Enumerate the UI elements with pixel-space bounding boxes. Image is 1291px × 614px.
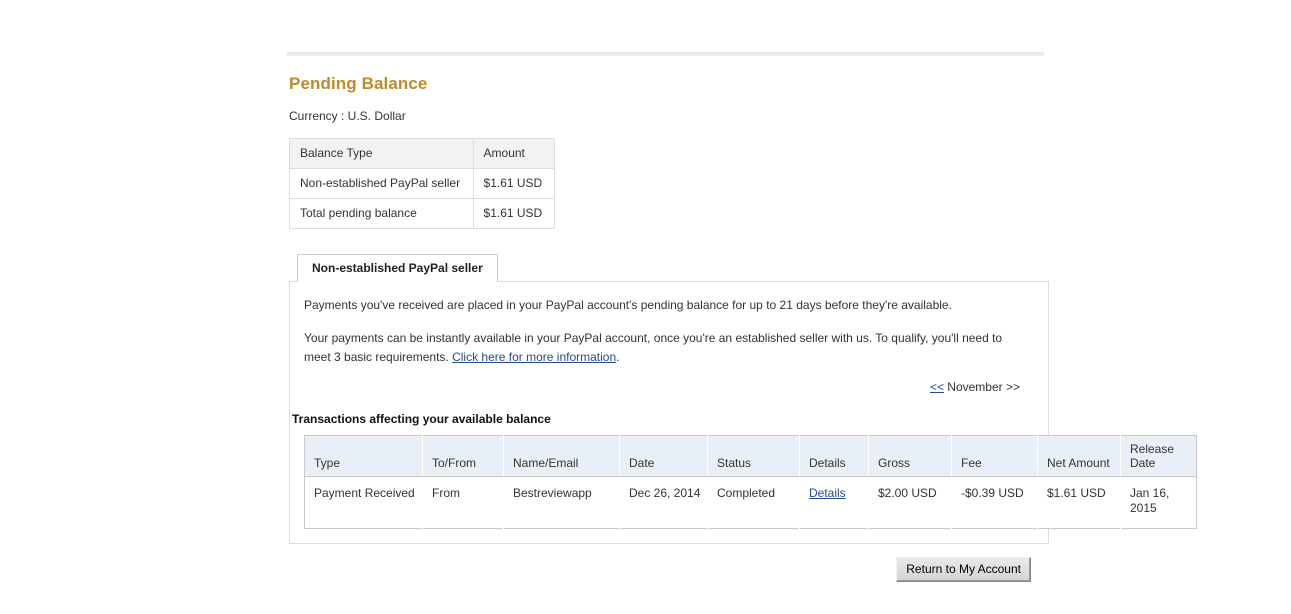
page-content: Pending Balance Currency : U.S. Dollar B… xyxy=(287,52,1197,582)
balance-row-amount: $1.61 USD xyxy=(472,168,556,199)
cell-details: Details xyxy=(799,476,869,529)
transactions-header-row: Type To/From Name/Email Date Status Deta… xyxy=(304,435,1197,477)
cell-status: Completed xyxy=(707,476,800,529)
column-header-release-date: Release Date xyxy=(1120,435,1197,477)
page-title: Pending Balance xyxy=(289,74,428,93)
column-header-fee: Fee xyxy=(951,435,1038,477)
column-header-gross: Gross xyxy=(868,435,952,477)
balance-table-header-row: Balance Type Amount xyxy=(289,138,556,169)
next-month-link[interactable]: >> xyxy=(1006,380,1020,394)
return-to-my-account-button[interactable]: Return to My Account xyxy=(896,557,1031,582)
cell-date: Dec 26, 2014 xyxy=(619,476,708,529)
balance-row-type: Non-established PayPal seller xyxy=(289,168,474,199)
panel-paragraph-1: Payments you've received are placed in y… xyxy=(304,298,952,312)
transactions-table: Type To/From Name/Email Date Status Deta… xyxy=(304,435,1197,529)
tab-panel: Payments you've received are placed in y… xyxy=(289,281,1197,544)
pending-balance-table: Balance Type Amount Non-established PayP… xyxy=(289,138,556,229)
currency-label: Currency : U.S. Dollar xyxy=(289,109,406,123)
footer-bar: Return to My Account xyxy=(289,557,1031,582)
column-header-name-email: Name/Email xyxy=(503,435,620,477)
transactions-heading: Transactions affecting your available ba… xyxy=(292,412,551,426)
month-navigation: << November >> xyxy=(304,380,1030,394)
previous-month-link[interactable]: << xyxy=(930,380,944,394)
tab-strip: Non-established PayPal seller xyxy=(289,254,1049,282)
balance-row-type: Total pending balance xyxy=(289,198,474,229)
column-header-details: Details xyxy=(799,435,869,477)
column-header-to-from: To/From xyxy=(422,435,504,477)
cell-name-email: Bestreviewapp xyxy=(503,476,620,529)
balance-header-amount: Amount xyxy=(472,138,556,169)
cell-fee: -$0.39 USD xyxy=(951,476,1038,529)
panel-paragraph-2-period: . xyxy=(616,350,620,364)
cell-release-date: Jan 16, 2015 xyxy=(1120,476,1197,529)
balance-header-type: Balance Type xyxy=(289,138,474,169)
panel-paragraph-2: Your payments can be instantly available… xyxy=(304,329,1020,367)
table-row: Non-established PayPal seller $1.61 USD xyxy=(289,168,556,199)
current-month-label: November xyxy=(943,380,1006,394)
panel-paragraph-2-text: Your payments can be instantly available… xyxy=(304,331,1003,364)
table-row: Payment Received From Bestreviewapp Dec … xyxy=(304,476,1197,529)
column-header-net-amount: Net Amount xyxy=(1037,435,1121,477)
cell-to-from: From xyxy=(422,476,504,529)
column-header-type: Type xyxy=(304,435,423,477)
cell-net-amount: $1.61 USD xyxy=(1037,476,1121,529)
more-information-link[interactable]: Click here for more information xyxy=(452,350,616,364)
column-header-status: Status xyxy=(707,435,800,477)
transaction-details-link[interactable]: Details xyxy=(809,486,846,500)
top-divider xyxy=(287,52,1044,56)
table-row: Total pending balance $1.61 USD xyxy=(289,198,556,229)
tab-non-established-paypal-seller[interactable]: Non-established PayPal seller xyxy=(297,254,498,282)
page-root: Pending Balance Currency : U.S. Dollar B… xyxy=(0,0,1291,614)
cell-type: Payment Received xyxy=(304,476,423,529)
column-header-date: Date xyxy=(619,435,708,477)
cell-gross: $2.00 USD xyxy=(868,476,952,529)
balance-row-amount: $1.61 USD xyxy=(472,198,556,229)
